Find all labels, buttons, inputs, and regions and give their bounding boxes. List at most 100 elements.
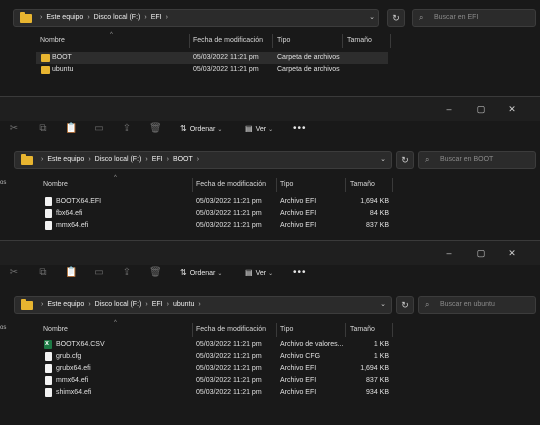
copy-icon[interactable]: ⧉ (37, 123, 49, 135)
command-bar: ✂ ⧉ 📋 ▭ ⇪ 🗑 ⇅ Ordenar ⌄ ▤ Ver ⌄ ••• (0, 265, 540, 289)
file-row[interactable]: BOOT 05/03/2022 11:21 pm Carpeta de arch… (36, 52, 388, 64)
chevron-down-icon[interactable]: ⌄ (366, 12, 378, 24)
file-icon (45, 197, 52, 206)
search-input[interactable]: ⌕ Buscar en BOOT (418, 151, 536, 169)
column-type[interactable]: Tipo (280, 178, 293, 192)
column-date[interactable]: Fecha de modificación (193, 34, 263, 48)
more-options-button[interactable]: ••• (293, 124, 307, 134)
column-divider[interactable] (390, 34, 391, 48)
breadcrumb-item[interactable]: Disco local (F:) (95, 156, 142, 163)
view-button[interactable]: ▤ Ver ⌄ (245, 122, 273, 136)
chevron-right-icon: › (40, 14, 43, 21)
column-name[interactable]: Nombre (40, 34, 65, 48)
maximize-icon[interactable]: ▢ (476, 104, 486, 114)
breadcrumb: › Este equipo › Disco local (F:) › EFI › ubuntu… (37, 297, 205, 313)
refresh-button[interactable]: ↻ (396, 296, 414, 314)
minimize-icon[interactable]: – (444, 104, 454, 114)
file-row[interactable]: shimx64.efi 05/03/2022 11:21 pm Archivo … (40, 387, 392, 399)
search-input[interactable]: ⌕ Buscar en EFI (412, 9, 536, 27)
column-divider[interactable] (192, 178, 193, 192)
chevron-down-icon[interactable]: ⌄ (377, 299, 389, 311)
sort-ascending-icon: ^ (110, 32, 113, 38)
column-divider[interactable] (272, 34, 273, 48)
breadcrumb-item[interactable]: Disco local (F:) (94, 14, 141, 21)
file-row[interactable]: ubuntu 05/03/2022 11:21 pm Carpeta de ar… (36, 64, 388, 76)
refresh-button[interactable]: ↻ (387, 9, 405, 27)
chevron-down-icon[interactable]: ⌄ (377, 154, 389, 166)
column-size[interactable]: Tamaño (350, 323, 375, 337)
breadcrumb-item[interactable]: Este equipo (47, 301, 84, 308)
sort-ascending-icon: ^ (114, 320, 117, 326)
column-divider[interactable] (276, 323, 277, 337)
file-row[interactable]: fbx64.efi 05/03/2022 11:21 pm Archivo EF… (40, 208, 392, 220)
sort-button[interactable]: ⇅ Ordenar ⌄ (180, 266, 222, 280)
paste-icon[interactable]: 📋 (65, 123, 77, 135)
maximize-icon[interactable]: ▢ (476, 248, 486, 258)
close-icon[interactable]: ✕ (507, 248, 517, 258)
file-row[interactable]: mmx64.efi 05/03/2022 11:21 pm Archivo EF… (40, 220, 392, 232)
title-bar[interactable]: – ▢ ✕ (0, 97, 540, 121)
column-type[interactable]: Tipo (280, 323, 293, 337)
breadcrumb-item[interactable]: ubuntu (173, 301, 194, 308)
breadcrumb-item[interactable]: BOOT (173, 156, 193, 163)
share-icon[interactable]: ⇪ (121, 123, 133, 135)
copy-icon[interactable]: ⧉ (37, 267, 49, 279)
paste-icon[interactable]: 📋 (65, 267, 77, 279)
search-placeholder: Buscar en BOOT (440, 156, 494, 163)
file-row[interactable]: BOOTX64.EFI 05/03/2022 11:21 pm Archivo … (40, 196, 392, 208)
column-type[interactable]: Tipo (277, 34, 290, 48)
column-divider[interactable] (392, 178, 393, 192)
cut-icon[interactable]: ✂ (8, 123, 20, 135)
breadcrumb-item[interactable]: Este equipo (47, 156, 84, 163)
delete-icon[interactable]: 🗑 (149, 267, 162, 279)
file-row[interactable]: grub.cfg 05/03/2022 11:21 pm Archivo CFG… (40, 351, 392, 363)
column-divider[interactable] (392, 323, 393, 337)
column-divider[interactable] (345, 178, 346, 192)
search-input[interactable]: ⌕ Buscar en ubuntu (418, 296, 536, 314)
file-date: 05/03/2022 11:21 pm (196, 365, 262, 372)
breadcrumb-item[interactable]: Disco local (F:) (95, 301, 142, 308)
file-size: 1,694 KB (360, 365, 389, 372)
address-bar[interactable]: › Este equipo › Disco local (F:) › EFI › ⌄ (13, 9, 379, 27)
breadcrumb-item[interactable]: EFI (152, 301, 163, 308)
column-date[interactable]: Fecha de modificación (196, 178, 266, 192)
breadcrumb-item[interactable]: EFI (152, 156, 163, 163)
column-divider[interactable] (192, 323, 193, 337)
address-bar[interactable]: › Este equipo › Disco local (F:) › EFI › BOOT › … (14, 151, 392, 169)
close-icon[interactable]: ✕ (507, 104, 517, 114)
column-name[interactable]: Nombre (43, 323, 68, 337)
file-name: shimx64.efi (56, 389, 92, 396)
rename-icon[interactable]: ▭ (93, 123, 105, 135)
title-bar[interactable]: – ▢ ✕ (0, 241, 540, 265)
delete-icon[interactable]: 🗑 (149, 123, 162, 135)
nav-pane-label[interactable]: os (0, 325, 14, 331)
view-button[interactable]: ▤ Ver ⌄ (245, 266, 273, 280)
column-divider[interactable] (342, 34, 343, 48)
column-divider[interactable] (189, 34, 190, 48)
column-size[interactable]: Tamaño (347, 34, 372, 48)
column-date[interactable]: Fecha de modificación (196, 323, 266, 337)
sort-button[interactable]: ⇅ Ordenar ⌄ (180, 122, 222, 136)
column-size[interactable]: Tamaño (350, 178, 375, 192)
nav-pane-label[interactable]: os (0, 180, 14, 186)
breadcrumb-item[interactable]: EFI (151, 14, 162, 21)
more-options-button[interactable]: ••• (293, 268, 307, 278)
breadcrumb-item[interactable]: Este equipo (46, 14, 83, 21)
refresh-button[interactable]: ↻ (396, 151, 414, 169)
minimize-icon[interactable]: – (444, 248, 454, 258)
address-bar[interactable]: › Este equipo › Disco local (F:) › EFI › ubuntu… (14, 296, 392, 314)
file-row[interactable]: grubx64.efi 05/03/2022 11:21 pm Archivo … (40, 363, 392, 375)
file-type: Carpeta de archivos (277, 66, 340, 73)
cut-icon[interactable]: ✂ (8, 267, 20, 279)
chevron-right-icon: › (88, 301, 91, 308)
file-row[interactable]: BOOTX64.CSV 05/03/2022 11:21 pm Archivo … (40, 338, 392, 351)
column-divider[interactable] (345, 323, 346, 337)
file-type: Archivo CFG (280, 353, 321, 360)
rename-icon[interactable]: ▭ (93, 267, 105, 279)
search-icon: ⌕ (425, 155, 430, 164)
file-row[interactable]: mmx64.efi 05/03/2022 11:21 pm Archivo EF… (40, 375, 392, 387)
share-icon[interactable]: ⇪ (121, 267, 133, 279)
column-divider[interactable] (276, 178, 277, 192)
file-icon (45, 221, 52, 230)
column-name[interactable]: Nombre (43, 178, 68, 192)
